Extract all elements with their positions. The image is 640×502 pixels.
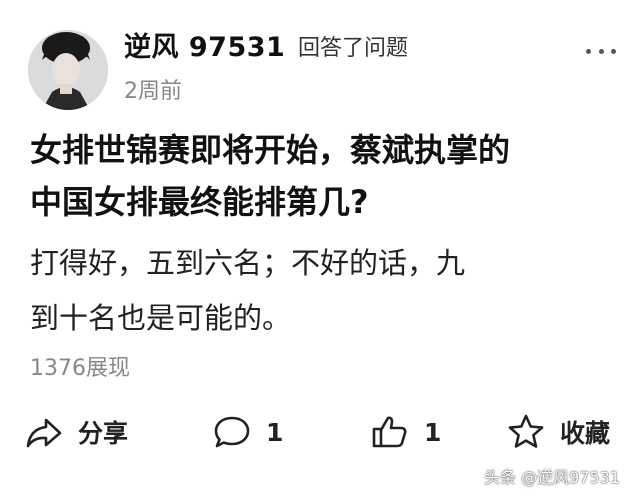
- answer-line: 到十名也是可能的。: [30, 301, 292, 335]
- comment-bubble-icon: [210, 410, 254, 454]
- avatar[interactable]: [28, 30, 108, 110]
- comment-button[interactable]: 1: [210, 410, 283, 454]
- question-title[interactable]: 女排世锦赛即将开始，蔡斌执掌的 中国女排最终能排第几?: [30, 124, 620, 228]
- star-icon: [504, 410, 548, 454]
- dot: [598, 48, 604, 54]
- answer-text[interactable]: 打得好，五到六名；不好的话，九 到十名也是可能的。: [30, 236, 620, 346]
- view-count: 1376展现: [30, 356, 130, 381]
- answered-question-label: 回答了问题: [298, 36, 409, 61]
- share-button[interactable]: 分享: [22, 410, 128, 454]
- dot: [611, 48, 616, 54]
- favorite-button[interactable]: 收藏: [504, 410, 610, 454]
- comment-count: 1: [266, 417, 284, 447]
- username[interactable]: 逆风 97531: [124, 28, 285, 68]
- like-button[interactable]: 1: [368, 410, 441, 454]
- post-time: 2周前: [124, 79, 182, 104]
- thumbs-up-icon: [368, 410, 412, 454]
- answer-line: 打得好，五到六名；不好的话，九: [30, 246, 466, 280]
- share-arrow-icon: [22, 410, 66, 454]
- dot: [586, 48, 591, 54]
- share-label: 分享: [78, 419, 129, 448]
- more-horizontal-icon[interactable]: [586, 46, 616, 56]
- question-line: 中国女排最终能排第几?: [30, 183, 369, 221]
- avatar-photo: [28, 30, 108, 110]
- like-count: 1: [424, 417, 442, 447]
- watermark: 头条 @逆风97531: [484, 468, 620, 487]
- favorite-label: 收藏: [560, 419, 611, 448]
- question-line: 女排世锦赛即将开始，蔡斌执掌的: [30, 131, 511, 169]
